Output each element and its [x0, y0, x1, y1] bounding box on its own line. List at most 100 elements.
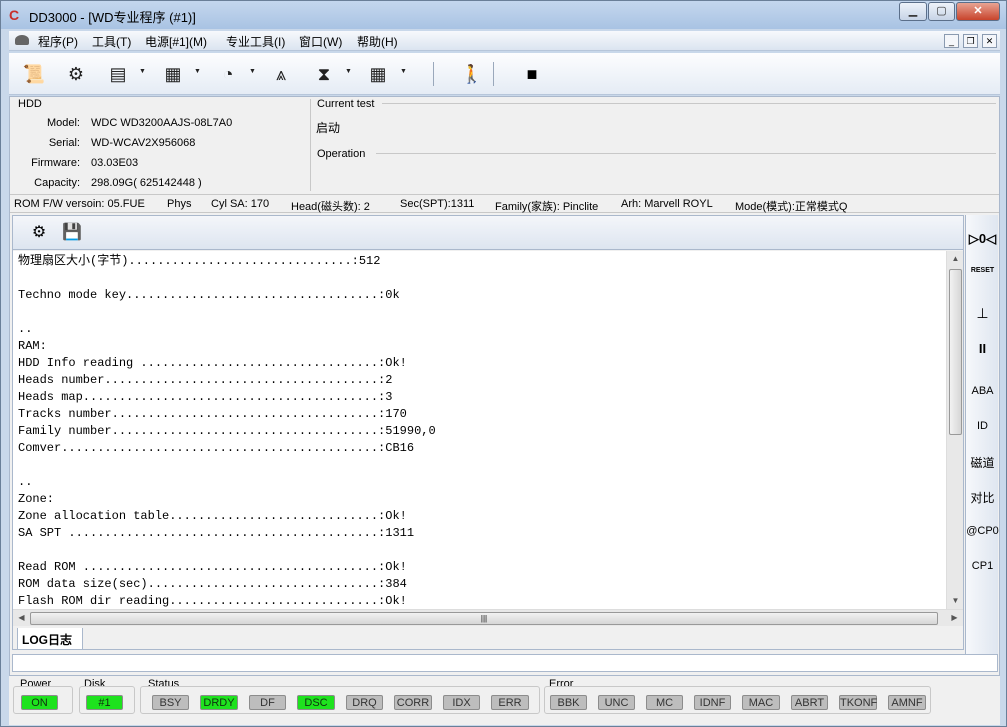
- disk-icon[interactable]: ◔: [215, 61, 241, 87]
- cyl-sa: Cyl SA: 170: [211, 198, 270, 210]
- model-label: Model:: [46, 117, 80, 129]
- mdi-close-button[interactable]: ✕: [982, 34, 997, 48]
- menu-help[interactable]: 帮助(H): [354, 33, 401, 50]
- compare-button[interactable]: 对比: [966, 489, 999, 506]
- log-line: ..: [18, 475, 33, 489]
- scroll-right-icon[interactable]: ▶: [946, 610, 963, 626]
- log-panel: ⚙ 💾 物理扇区大小(字节)..........................…: [12, 215, 964, 650]
- id-button[interactable]: ID: [966, 420, 999, 432]
- close-button[interactable]: ✕: [956, 2, 1000, 21]
- log-line: SA SPT .................................…: [18, 526, 415, 540]
- track-button[interactable]: 磁道: [966, 454, 999, 471]
- log-line: Comver..................................…: [18, 441, 415, 455]
- main-panel: HDD Model: WDC WD3200AAJS-08L7A0 Serial:…: [9, 96, 1000, 679]
- operation-title: Operation: [317, 148, 366, 160]
- pyramid-icon[interactable]: ⩓: [268, 61, 294, 87]
- pause-button[interactable]: II: [966, 341, 999, 356]
- right-tool-panel: ▷0◁ RESET ⊥ II ABA ID 磁道 对比 @CP0 CP1: [965, 215, 999, 670]
- maximize-button[interactable]: ▢: [928, 2, 955, 21]
- cp1-button[interactable]: CP1: [966, 560, 999, 572]
- chevron-down-icon[interactable]: ▼: [400, 68, 407, 75]
- menu-pro-tools[interactable]: 专业工具(I): [223, 33, 288, 50]
- menu-program[interactable]: 程序(P): [35, 33, 81, 50]
- menu-tools[interactable]: 工具(T): [89, 33, 134, 50]
- menu-window[interactable]: 窗口(W): [296, 33, 345, 50]
- minimize-button[interactable]: ▁: [899, 2, 927, 21]
- app-logo-icon: C: [9, 7, 20, 23]
- log-text[interactable]: 物理扇区大小(字节)..............................…: [13, 251, 946, 609]
- error-led-unc: UNC: [598, 695, 635, 710]
- chevron-down-icon[interactable]: ▼: [345, 68, 352, 75]
- status-led-drdy: DRDY: [200, 695, 238, 710]
- heads-count: Head(磁头数): 2: [291, 201, 370, 213]
- log-line: Flash ROM dir reading...................…: [18, 594, 407, 608]
- log-vertical-scrollbar[interactable]: ▲ ▼: [946, 251, 963, 609]
- drive-info-bar: ROM F/W versoin: 05.FUE Phys Cyl SA: 170…: [10, 194, 999, 213]
- scroll-down-icon[interactable]: ▼: [947, 593, 964, 609]
- error-led-amnf: AMNF: [888, 695, 926, 710]
- status-led-df: DF: [249, 695, 286, 710]
- current-test-value: 启动: [316, 121, 341, 135]
- cp0-button[interactable]: @CP0: [966, 525, 999, 537]
- status-led-err: ERR: [491, 695, 529, 710]
- rom-version: ROM F/W versoin: 05.FUE: [14, 198, 145, 210]
- firmware-value: 03.03E03: [91, 157, 139, 169]
- log-line: ..: [18, 322, 33, 336]
- error-led-bbk: BBK: [550, 695, 587, 710]
- scroll-left-icon[interactable]: ◀: [13, 610, 30, 626]
- log-line: Zone allocation table...................…: [18, 509, 407, 523]
- spt-value: Sec(SPT):1311: [400, 198, 475, 210]
- title-bar[interactable]: C DD3000 - [WD专业程序 (#1)] ▁ ▢ ✕: [1, 1, 1006, 29]
- power-led-on: ON: [21, 695, 58, 710]
- zero-button[interactable]: ▷0◁: [966, 231, 999, 247]
- log-horizontal-scrollbar[interactable]: ◀ ||| ▶: [13, 609, 963, 626]
- scroll-up-icon[interactable]: ▲: [947, 251, 964, 267]
- status-led-bsy: BSY: [152, 695, 189, 710]
- capacity-value: 298.09G( 625142448 ): [91, 177, 202, 189]
- log-line: Heads number............................…: [18, 373, 393, 387]
- status-led-idx: IDX: [443, 695, 480, 710]
- chevron-down-icon[interactable]: ▼: [194, 68, 201, 75]
- status-led-corr: CORR: [394, 695, 432, 710]
- panel-divider: [310, 99, 311, 191]
- exit-icon[interactable]: 🚶: [459, 61, 485, 87]
- hourglass-icon[interactable]: ⧗: [311, 61, 337, 87]
- scroll-thumb[interactable]: [949, 269, 962, 435]
- aba-button[interactable]: ABA: [966, 385, 999, 397]
- mdi-minimize-button[interactable]: _: [944, 34, 959, 48]
- power-switch-button[interactable]: ⊥: [966, 305, 999, 322]
- app-window: C DD3000 - [WD专业程序 (#1)] ▁ ▢ ✕ 程序(P) 工具(…: [0, 0, 1007, 727]
- log-line: Heads map...............................…: [18, 390, 393, 404]
- status-led-dsc: DSC: [297, 695, 335, 710]
- error-led-mc: MC: [646, 695, 683, 710]
- log-line: Techno mode key.........................…: [18, 288, 400, 302]
- mdi-restore-button[interactable]: ❐: [963, 34, 978, 48]
- chevron-down-icon[interactable]: ▼: [249, 68, 256, 75]
- serial-value: WD-WCAV2X956068: [91, 137, 196, 149]
- drive-config-icon[interactable]: ▤: [105, 61, 131, 87]
- save-icon[interactable]: 💾: [61, 222, 83, 244]
- scroll-thumb[interactable]: |||: [30, 612, 938, 625]
- stop-icon[interactable]: ■: [519, 61, 545, 87]
- log-line: Zone:: [18, 492, 55, 506]
- arh-value: Arh: Marvell ROYL: [621, 198, 713, 210]
- disk-menu-icon[interactable]: [15, 35, 29, 45]
- chevron-down-icon[interactable]: ▼: [139, 68, 146, 75]
- family-value: Family(家族): Pinclite: [495, 201, 599, 213]
- log-toolbar: ⚙ 💾: [13, 216, 963, 250]
- gear-globe-icon[interactable]: ⚙: [63, 61, 89, 87]
- toolbar-separator: [493, 62, 494, 86]
- grid-icon[interactable]: ▦: [365, 61, 391, 87]
- reset-button[interactable]: RESET: [966, 267, 999, 274]
- menu-power[interactable]: 电源[#1](M): [142, 33, 210, 50]
- tab-log[interactable]: LOG日志: [17, 628, 83, 650]
- scroll-icon[interactable]: 📜: [21, 61, 47, 87]
- chip-icon[interactable]: ▦: [160, 61, 186, 87]
- disk-led-1: #1: [86, 695, 123, 710]
- puzzle-gear-icon[interactable]: ⚙: [28, 222, 50, 244]
- log-line: ROM data size(sec)......................…: [18, 577, 407, 591]
